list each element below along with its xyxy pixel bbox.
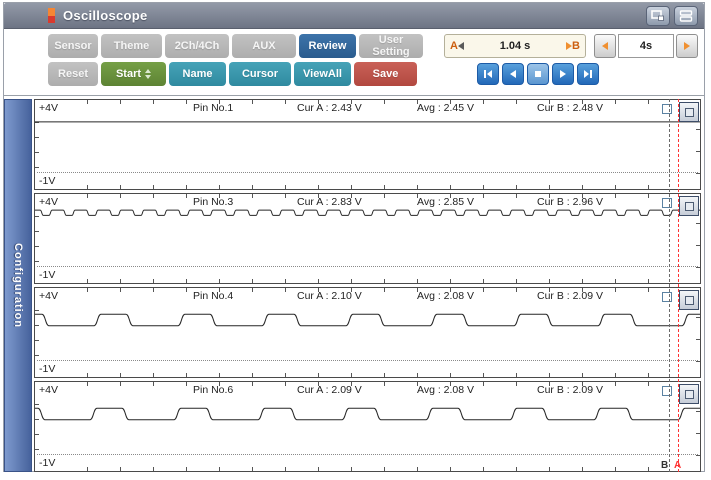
vmin-label: -1V — [39, 175, 56, 187]
channel-select-checkbox[interactable] — [662, 104, 672, 114]
pin-label: Pin No.3 — [193, 196, 234, 208]
playback-prev-button[interactable] — [502, 62, 524, 85]
window-title: Oscilloscope — [63, 8, 148, 23]
rollup-icon — [679, 10, 693, 22]
avg-value: Avg : 2.08 V — [417, 384, 475, 396]
playback-next-button[interactable] — [552, 62, 574, 85]
channel-select-checkbox[interactable] — [662, 386, 672, 396]
playback-last-button[interactable] — [577, 62, 599, 85]
skip-start-icon — [484, 69, 492, 78]
timebase-value[interactable]: 4s — [618, 33, 674, 58]
timebase-prev-button[interactable] — [594, 33, 616, 58]
cursor-a-value: Cur A : 2.43 V — [297, 102, 362, 114]
cursor-a-value: Cur A : 2.83 V — [297, 196, 362, 208]
title-bar: Oscilloscope — [4, 3, 704, 29]
playback-controls — [477, 62, 599, 85]
cursor-button[interactable]: Cursor — [229, 61, 291, 86]
channel-mode-button[interactable]: 2Ch/4Ch — [165, 33, 229, 58]
ab-range-value: 1.04 s — [499, 39, 531, 52]
vmin-label: -1V — [39, 363, 56, 375]
timebase-next-button[interactable] — [676, 33, 698, 58]
zoom-icon — [684, 107, 694, 117]
theme-button[interactable]: Theme — [101, 33, 162, 58]
vmax-label: +4V — [39, 290, 58, 302]
cursor-b-letter: B — [572, 39, 580, 52]
user-setting-button[interactable]: User Setting — [359, 33, 423, 58]
zoom-icon — [684, 295, 694, 305]
rollup-window-button[interactable] — [674, 6, 698, 26]
playback-first-button[interactable] — [477, 62, 499, 85]
reset-button[interactable]: Reset — [48, 61, 98, 86]
save-button[interactable]: Save — [354, 61, 417, 86]
cursor-b-value: Cur B : 2.09 V — [537, 290, 603, 302]
avg-value: Avg : 2.45 V — [417, 102, 475, 114]
play-back-icon — [510, 69, 516, 78]
channel-zoom-button[interactable] — [679, 196, 699, 216]
name-button[interactable]: Name — [169, 61, 226, 86]
sensor-button[interactable]: Sensor — [48, 33, 98, 58]
pin-label: Pin No.1 — [193, 102, 234, 114]
left-arrow-icon — [602, 41, 608, 50]
channel-panel-4: +4V Pin No.6 Cur A : 2.09 V Avg : 2.08 V… — [34, 381, 701, 472]
channel-zoom-button[interactable] — [679, 102, 699, 122]
channel-panel-3: +4V Pin No.4 Cur A : 2.10 V Avg : 2.08 V… — [34, 287, 701, 378]
stop-icon — [535, 70, 541, 77]
channel-zoom-button[interactable] — [679, 384, 699, 404]
channel-panel-1: +4V Pin No.1 Cur A : 2.43 V Avg : 2.45 V… — [34, 99, 701, 190]
cursor-a-value: Cur A : 2.09 V — [297, 384, 362, 396]
start-button[interactable]: Start — [101, 61, 166, 86]
toolbar-row-1: Sensor Theme 2Ch/4Ch AUX Review User Set… — [48, 33, 704, 58]
channel-panels: +4V Pin No.1 Cur A : 2.43 V Avg : 2.45 V… — [34, 99, 701, 472]
review-button[interactable]: Review — [299, 33, 356, 58]
cursor-a-value: Cur A : 2.10 V — [297, 290, 362, 302]
avg-value: Avg : 2.08 V — [417, 290, 475, 302]
start-spinner-icon — [145, 68, 152, 79]
cursor-b-value: Cur B : 2.48 V — [537, 102, 603, 114]
vmax-label: +4V — [39, 384, 58, 396]
ab-range-display[interactable]: A 1.04 s B — [444, 33, 586, 58]
channel-select-checkbox[interactable] — [662, 198, 672, 208]
toolbar: Sensor Theme 2Ch/4Ch AUX Review User Set… — [4, 29, 704, 93]
app-icon — [48, 8, 55, 23]
cursor-b-value: Cur B : 2.96 V — [537, 196, 603, 208]
aux-button[interactable]: AUX — [232, 33, 296, 58]
configuration-tab[interactable]: Configuration — [4, 99, 32, 472]
cursor-b-value: Cur B : 2.09 V — [537, 384, 603, 396]
viewall-button[interactable]: ViewAll — [294, 61, 351, 86]
pin-label: Pin No.6 — [193, 384, 234, 396]
channel-select-checkbox[interactable] — [662, 292, 672, 302]
channel-panel-2: +4V Pin No.3 Cur A : 2.83 V Avg : 2.85 V… — [34, 193, 701, 284]
main-area: Configuration +4V Pin No.1 Cur A : 2.43 … — [4, 95, 704, 474]
oscilloscope-window: Oscilloscope Sensor Theme 2Ch/4Ch AUX Re… — [3, 2, 705, 472]
toolbar-row-2: Reset Start Name Cursor ViewAll Save — [48, 61, 704, 86]
vmax-label: +4V — [39, 102, 58, 114]
vmin-label: -1V — [39, 457, 56, 469]
playback-stop-button[interactable] — [527, 62, 549, 85]
zoom-icon — [684, 389, 694, 399]
start-button-label: Start — [115, 67, 142, 80]
avg-value: Avg : 2.85 V — [417, 196, 475, 208]
vmin-label: -1V — [39, 269, 56, 281]
restore-icon — [651, 10, 664, 21]
pin-label: Pin No.4 — [193, 290, 234, 302]
right-arrow-icon — [684, 41, 690, 50]
restore-window-button[interactable] — [646, 6, 670, 26]
configuration-tab-label: Configuration — [12, 242, 24, 329]
channel-zoom-button[interactable] — [679, 290, 699, 310]
vmax-label: +4V — [39, 196, 58, 208]
zoom-icon — [684, 201, 694, 211]
play-forward-icon — [560, 69, 566, 78]
skip-end-icon — [584, 69, 592, 78]
cursor-a-letter: A — [450, 39, 458, 52]
